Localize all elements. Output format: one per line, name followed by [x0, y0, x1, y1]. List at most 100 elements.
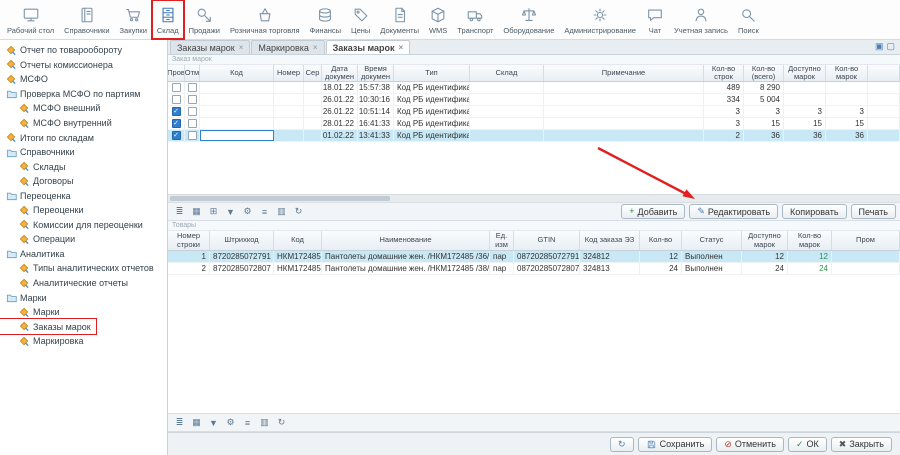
sidebar-item[interactable]: Склады	[0, 159, 167, 174]
toolbar-item-wms[interactable]: WMS	[424, 0, 452, 39]
cell-data[interactable]: 01.02.22	[322, 130, 358, 141]
cell-dostupno[interactable]: 36	[784, 130, 826, 141]
restore-panel-icon[interactable]: ▢	[886, 41, 895, 52]
cell-kod[interactable]: НКМ172485	[274, 251, 322, 262]
column-header-marok[interactable]: Кол-вомарок	[788, 231, 832, 250]
toolbar-item-prices[interactable]: Цены	[346, 0, 375, 39]
cell-extra[interactable]	[868, 106, 900, 117]
column-header-prom[interactable]: Пром	[832, 231, 900, 250]
cell-ser[interactable]	[304, 82, 322, 93]
cell-dostupno[interactable]: 12	[742, 251, 788, 262]
column-header-vremya[interactable]: Времядокумен	[358, 65, 394, 81]
columns-icon[interactable]: ▥	[257, 415, 272, 430]
sidebar-item[interactable]: МСФО	[0, 72, 167, 87]
cell-prim[interactable]	[544, 130, 704, 141]
column-header-kod[interactable]: Код	[200, 65, 274, 81]
cell-sklad[interactable]	[470, 82, 544, 93]
toolbar-item-finance[interactable]: Финансы	[305, 0, 347, 39]
settings-icon[interactable]: ⚙	[223, 415, 238, 430]
sidebar-item[interactable]: Переоценка	[0, 188, 167, 203]
cell-tip[interactable]: Код РБ идентификации	[394, 130, 470, 141]
cell-ed[interactable]: пар	[490, 251, 514, 262]
columns-icon[interactable]: ▥	[274, 204, 289, 219]
cell-vremya[interactable]: 10:51:14	[358, 106, 394, 117]
column-header-kod[interactable]: Код	[274, 231, 322, 250]
column-header-vsego[interactable]: Кол-во(всего)	[744, 65, 784, 81]
cell-tip[interactable]: Код РБ идентификации	[394, 94, 470, 105]
cell-ser[interactable]	[304, 130, 322, 141]
toolbar-item-directory[interactable]: Справочники	[59, 0, 114, 39]
cell-nomer[interactable]	[274, 82, 304, 93]
refresh-grid-icon[interactable]: ↻	[291, 204, 306, 219]
column-header-nomer[interactable]: Номер	[274, 65, 304, 81]
table-row[interactable]: 28720285072807НКМ172485Пантолеты домашни…	[168, 263, 900, 275]
print-button[interactable]: Печать	[851, 204, 896, 219]
cell-vremya[interactable]: 10:30:16	[358, 94, 394, 105]
close-button[interactable]: ✖Закрыть	[831, 437, 892, 452]
toolbar-item-retail[interactable]: Розничная торговля	[225, 0, 305, 39]
sidebar-item[interactable]: Операции	[0, 232, 167, 247]
cell-nomer[interactable]	[274, 118, 304, 129]
cell-strok[interactable]: 3	[704, 106, 744, 117]
column-header-marok[interactable]: Кол-вомарок	[826, 65, 868, 81]
cell-status[interactable]: Выполнен	[682, 251, 742, 262]
column-header-barcode[interactable]: Штрихкод	[210, 231, 274, 250]
tab-close-icon[interactable]: ×	[239, 43, 244, 52]
add-button[interactable]: +Добавить	[621, 204, 685, 219]
row-checkbox-prov[interactable]	[172, 107, 181, 116]
cell-vsego[interactable]: 5 004	[744, 94, 784, 105]
cell-ed[interactable]: пар	[490, 263, 514, 274]
edit-button[interactable]: ✎Редактировать	[689, 204, 778, 219]
cell-dostupno[interactable]: 15	[784, 118, 826, 129]
sidebar-item[interactable]: Аналитические отчеты	[0, 276, 167, 291]
cell-nomer[interactable]	[274, 130, 304, 141]
row-checkbox-otm[interactable]	[188, 95, 197, 104]
cell-prom[interactable]	[832, 263, 900, 274]
cell-ser[interactable]	[304, 94, 322, 105]
sidebar-item[interactable]: Справочники	[0, 145, 167, 160]
ok-button[interactable]: ✓ОК	[788, 437, 827, 452]
cell-tip[interactable]: Код РБ идентификации	[394, 82, 470, 93]
refresh-grid-icon[interactable]: ↻	[274, 415, 289, 430]
cell-gtin[interactable]: 08720285072791	[514, 251, 580, 262]
cell-marok[interactable]	[826, 82, 868, 93]
toolbar-item-purchases[interactable]: Закупки	[115, 0, 152, 39]
cell-kod[interactable]: НКМ172485	[274, 263, 322, 274]
cell-nomer[interactable]	[274, 94, 304, 105]
row-checkbox-prov[interactable]	[172, 119, 181, 128]
sidebar-item[interactable]: МСФО внутренний	[0, 116, 167, 131]
table-view-icon[interactable]: ▦	[189, 415, 204, 430]
list-view-icon[interactable]: ≣	[172, 204, 187, 219]
cell-strok[interactable]: 2	[704, 130, 744, 141]
cell-kod[interactable]	[200, 118, 274, 129]
cell-prim[interactable]	[544, 94, 704, 105]
column-header-prov[interactable]: Пров	[168, 65, 185, 81]
cell-strok[interactable]: 489	[704, 82, 744, 93]
toolbar-item-search[interactable]: Поиск	[733, 0, 764, 39]
cell-dostupno[interactable]	[784, 82, 826, 93]
column-header-gtin[interactable]: GTIN	[514, 231, 580, 250]
cell-nomer[interactable]	[274, 106, 304, 117]
cell-dostupno[interactable]	[784, 94, 826, 105]
cell-kolvo[interactable]: 24	[640, 263, 682, 274]
cell-data[interactable]: 18.01.22	[322, 82, 358, 93]
column-header-dostupno[interactable]: Доступномарок	[742, 231, 788, 250]
column-header-tip[interactable]: Тип	[394, 65, 470, 81]
sort-icon[interactable]: ≡	[240, 415, 255, 430]
cell-sklad[interactable]	[470, 130, 544, 141]
table-row[interactable]: 28.01.2216:41:33Код РБ идентификации3151…	[168, 118, 900, 130]
cell-marok[interactable]	[826, 94, 868, 105]
cell-barcode[interactable]: 8720285072791	[210, 251, 274, 262]
cell-marok[interactable]: 12	[788, 251, 832, 262]
maximize-panel-icon[interactable]: ▣	[875, 41, 884, 52]
row-checkbox-prov[interactable]	[172, 83, 181, 92]
sidebar-item[interactable]: Проверка МСФО по партиям	[0, 87, 167, 102]
toolbar-item-warehouse[interactable]: Склад	[152, 0, 184, 39]
row-checkbox-otm[interactable]	[188, 131, 197, 140]
cell-marok[interactable]: 24	[788, 263, 832, 274]
filter-icon[interactable]: ▼	[206, 415, 221, 430]
list-view-icon[interactable]: ≣	[172, 415, 187, 430]
table-view-icon[interactable]: ▦	[189, 204, 204, 219]
sidebar-item[interactable]: МСФО внешний	[0, 101, 167, 116]
cell-kod[interactable]	[200, 82, 274, 93]
